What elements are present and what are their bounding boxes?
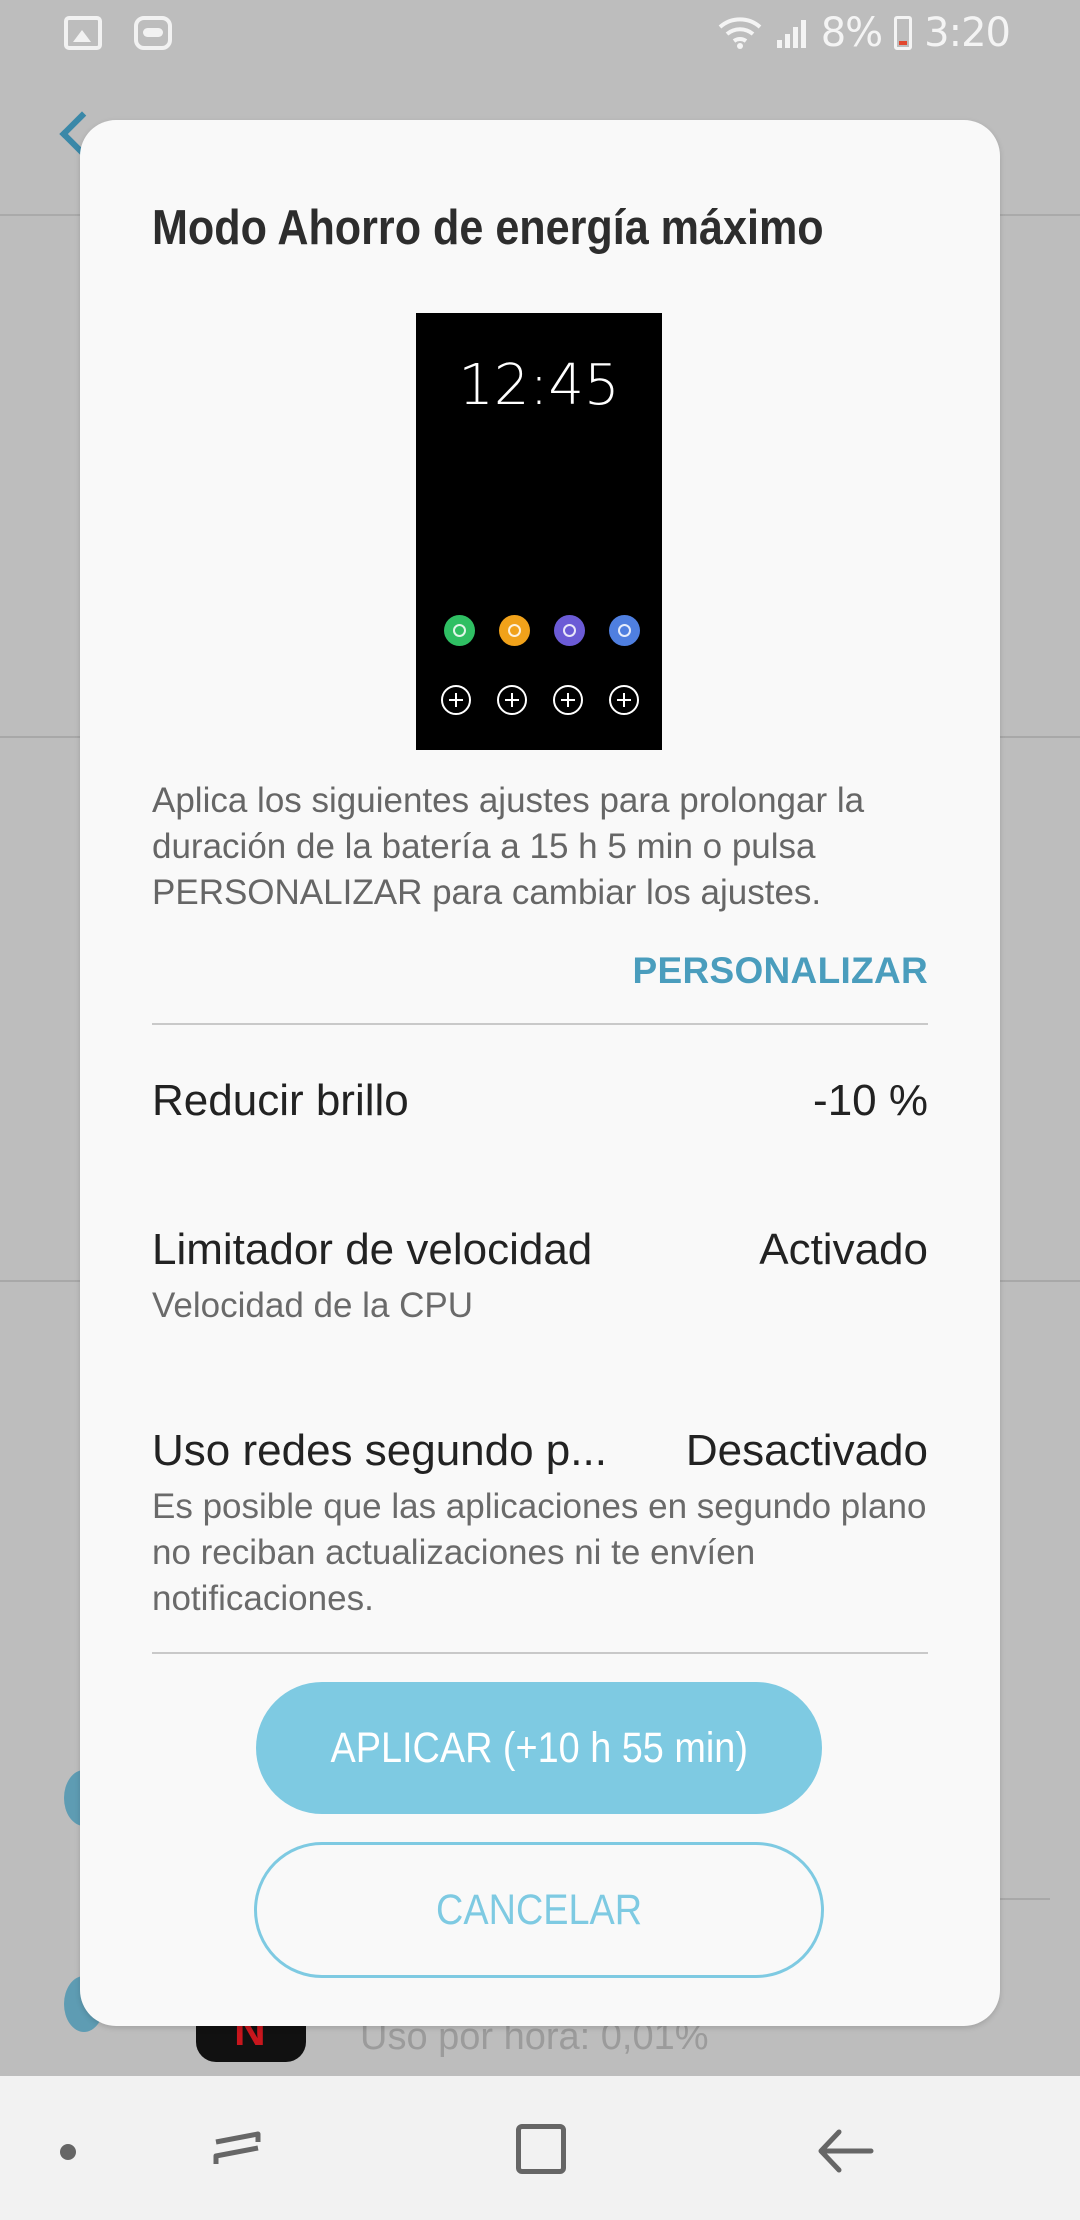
setting-row-cpu-limiter: Limitador de velocidad Activado Velocida… <box>152 1225 928 1345</box>
apply-button-label: APLICAR (+10 h 55 min) <box>330 1724 748 1772</box>
add-app-icon <box>553 685 583 715</box>
setting-subtitle: Velocidad de la CPU <box>152 1286 474 1325</box>
messages-icon <box>499 615 530 646</box>
setting-value: Activado <box>759 1225 928 1274</box>
image-notification-icon <box>64 16 102 50</box>
divider <box>152 1023 928 1025</box>
bot-notification-icon <box>134 16 172 50</box>
setting-title: Uso redes segundo p... <box>152 1426 607 1475</box>
divider <box>152 1652 928 1654</box>
add-app-icon <box>441 685 471 715</box>
settings-icon <box>609 615 640 646</box>
dialog-title: Modo Ahorro de energía máximo <box>152 201 824 255</box>
battery-percentage: 8% <box>820 10 883 56</box>
cancel-button[interactable]: CANCELAR <box>254 1842 824 1978</box>
home-icon[interactable] <box>516 2124 566 2174</box>
apply-button[interactable]: APLICAR (+10 h 55 min) <box>256 1682 822 1814</box>
setting-subtitle: Es posible que las aplicaciones en segun… <box>152 1487 927 1618</box>
clock-time: 3:20 <box>924 10 1011 56</box>
signal-icon <box>775 16 809 50</box>
add-app-icon <box>497 685 527 715</box>
mode-preview-image: 12:45 <box>416 313 662 750</box>
phone-icon <box>444 615 475 646</box>
internet-icon <box>554 615 585 646</box>
setting-row-background-data: Uso redes segundo p... Desactivado Es po… <box>152 1426 928 1626</box>
setting-value: Desactivado <box>685 1426 928 1475</box>
setting-value: -10 % <box>813 1076 928 1125</box>
setting-row-brightness: Reducir brillo -10 % <box>152 1076 928 1156</box>
wifi-icon <box>717 15 763 51</box>
navigation-bar <box>0 2076 1080 2220</box>
nav-dot-indicator[interactable] <box>60 2144 76 2160</box>
customize-button[interactable]: PERSONALIZAR <box>633 950 929 992</box>
background-divider <box>1000 1898 1050 1900</box>
battery-icon <box>894 16 913 50</box>
back-icon[interactable] <box>815 2126 875 2176</box>
preview-clock: 12:45 <box>458 353 620 418</box>
setting-title: Reducir brillo <box>152 1076 409 1125</box>
cancel-button-label: CANCELAR <box>435 1886 643 1934</box>
power-saving-dialog: Modo Ahorro de energía máximo 12:45 Apli… <box>80 120 1000 2026</box>
dialog-description: Aplica los siguientes ajustes para prolo… <box>152 781 865 912</box>
setting-title: Limitador de velocidad <box>152 1225 593 1274</box>
add-app-icon <box>609 685 639 715</box>
recent-apps-icon[interactable] <box>212 2126 262 2172</box>
status-bar: 8% 3:20 <box>0 0 1080 74</box>
